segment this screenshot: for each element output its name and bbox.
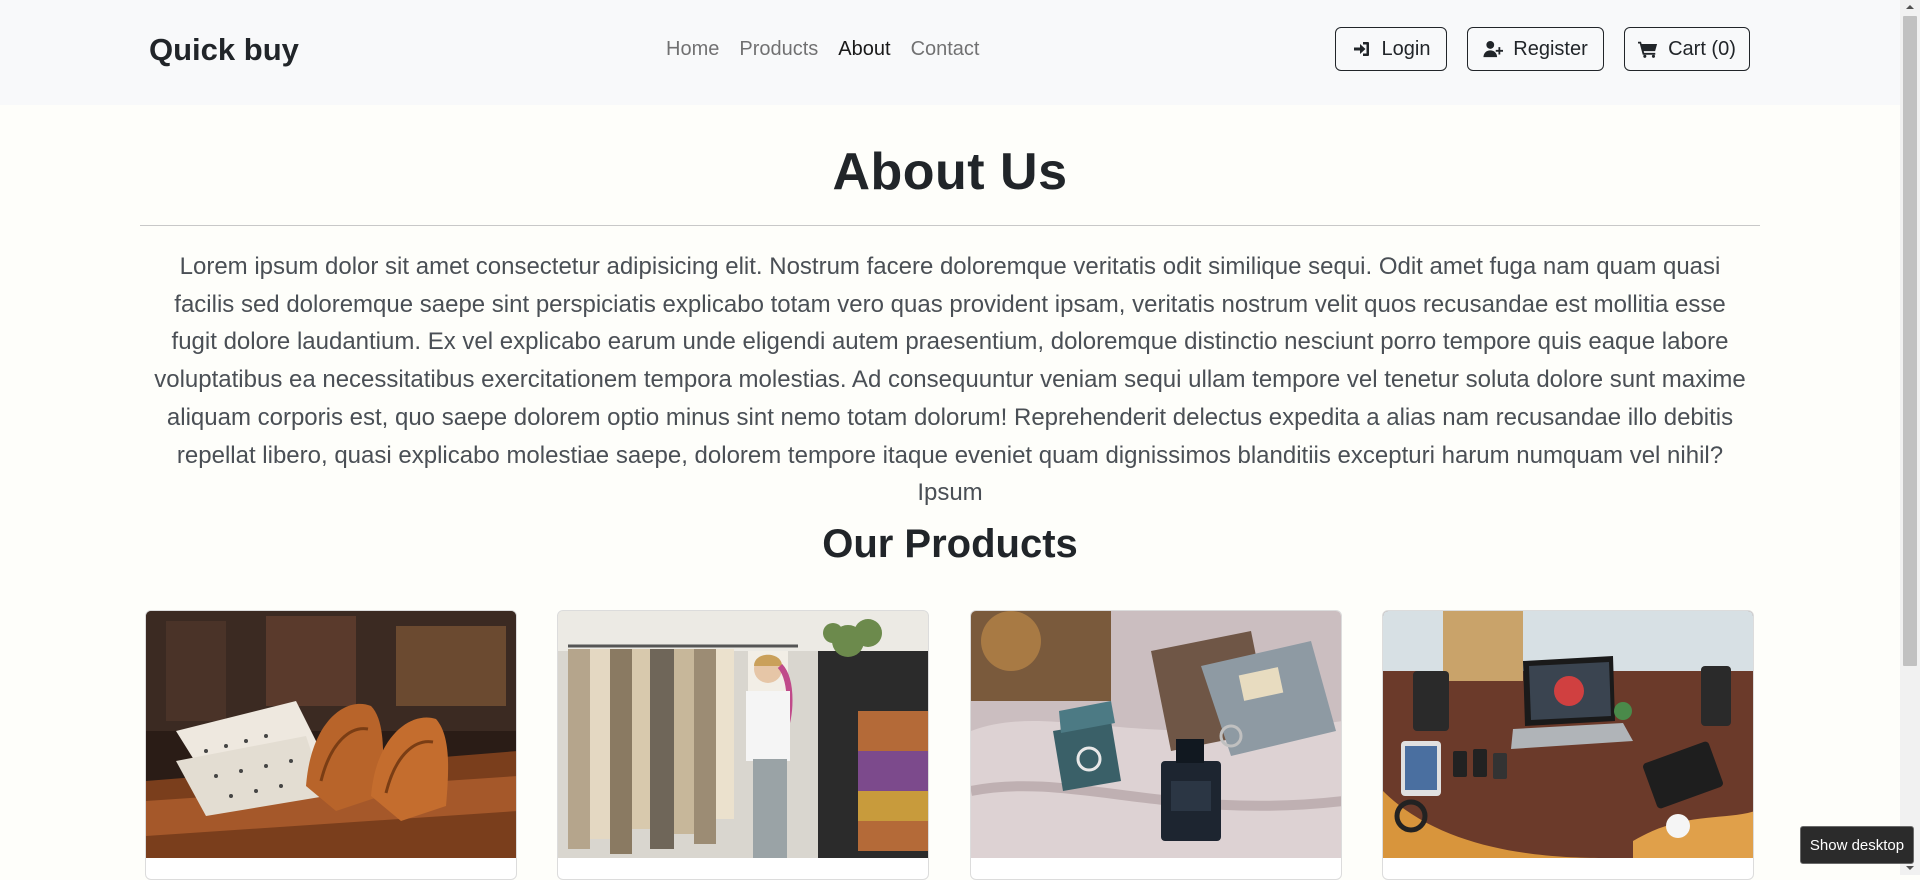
page-title: About Us: [832, 143, 1068, 201]
product-card[interactable]: [557, 610, 929, 880]
product-card[interactable]: [1382, 610, 1754, 880]
brand-logo[interactable]: Quick buy: [149, 32, 299, 68]
login-button[interactable]: Login: [1335, 27, 1447, 71]
nav-link-products[interactable]: Products: [739, 38, 818, 61]
sign-in-icon: [1352, 39, 1372, 59]
title-divider: [140, 225, 1760, 226]
vertical-scrollbar[interactable]: [1900, 0, 1920, 875]
product-card[interactable]: [970, 610, 1342, 880]
nav-link-contact[interactable]: Contact: [911, 38, 980, 61]
register-button[interactable]: Register: [1467, 27, 1604, 71]
clothing-store-photo: [558, 611, 928, 858]
electronics-desk-photo: [1383, 611, 1753, 858]
navbar: Quick buy Home Products About Contact Lo…: [0, 0, 1900, 105]
nav-links: Home Products About Contact: [666, 38, 980, 61]
cart-button[interactable]: Cart (0): [1624, 27, 1750, 71]
product-card[interactable]: [145, 610, 517, 880]
user-plus-icon: [1483, 39, 1504, 59]
scrollbar-thumb[interactable]: [1903, 16, 1917, 666]
jewelry-and-perfume-photo: [971, 611, 1341, 858]
about-paragraph: Lorem ipsum dolor sit amet consectetur a…: [154, 253, 1746, 507]
login-label: Login: [1381, 37, 1431, 60]
nav-link-about[interactable]: About: [838, 38, 890, 61]
shirts-and-shoes-photo: [146, 611, 516, 858]
scroll-up-arrow-icon[interactable]: [1900, 0, 1920, 14]
cart-label: Cart (0): [1668, 37, 1736, 60]
products-heading: Our Products: [822, 522, 1078, 566]
register-label: Register: [1513, 37, 1588, 60]
nav-link-home[interactable]: Home: [666, 38, 719, 61]
shopping-cart-icon: [1638, 39, 1658, 59]
show-desktop-tooltip: Show desktop: [1800, 826, 1914, 864]
